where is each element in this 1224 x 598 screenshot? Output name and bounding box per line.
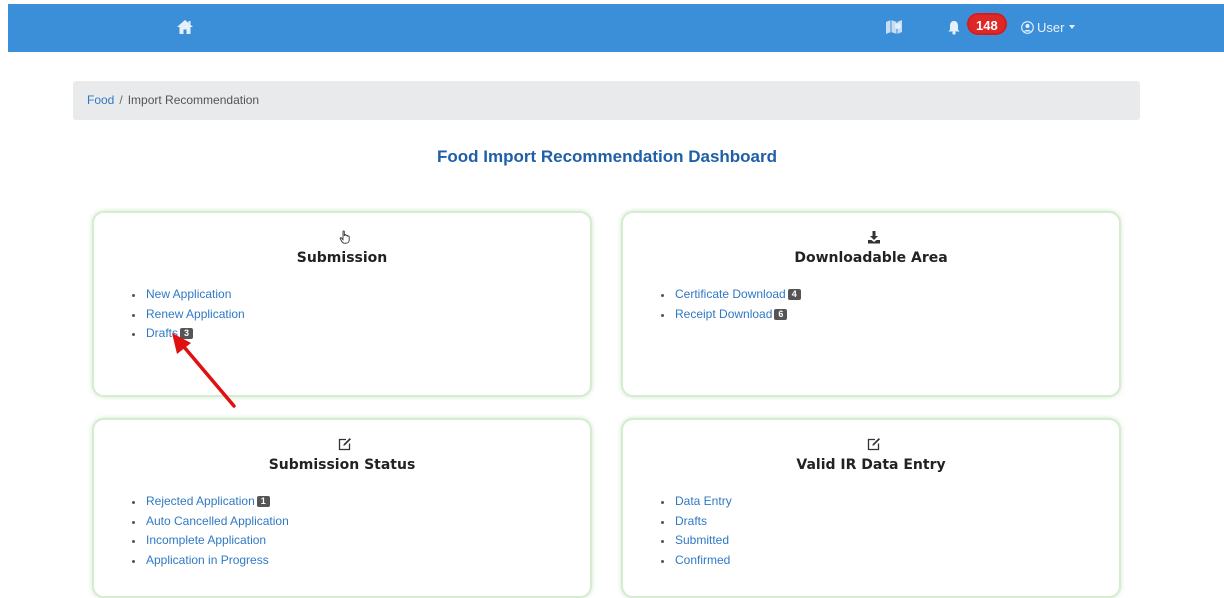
list-item: Drafts 3 (132, 324, 245, 344)
submitted-link[interactable]: Submitted (675, 533, 729, 547)
user-menu-dropdown[interactable]: User (1021, 18, 1076, 36)
certificate-count-badge: 4 (787, 289, 801, 301)
card-title: Valid IR Data Entry (796, 457, 946, 473)
list-item: Rejected Application 1 (132, 492, 289, 512)
breadcrumb: Food / Import Recommendation (73, 81, 1140, 120)
home-icon[interactable] (176, 18, 194, 36)
pointer-hand-icon (339, 230, 350, 244)
user-label: User (1037, 19, 1065, 35)
list-item: Certificate Download 4 (661, 285, 801, 305)
download-link-list: Certificate Download 4 Receipt Download 6 (661, 285, 801, 324)
list-item: Incomplete Application (132, 531, 289, 551)
breadcrumb-separator: / (119, 93, 123, 107)
top-navbar: 148 User (8, 4, 1224, 52)
list-item: Drafts (661, 512, 732, 532)
certificate-download-link[interactable]: Certificate Download (675, 287, 786, 301)
list-item: Submitted (661, 531, 732, 551)
submission-card: Submission New Application Renew Applica… (92, 211, 592, 397)
list-item: Receipt Download 6 (661, 305, 801, 325)
submission-status-card: Submission Status Rejected Application 1 … (92, 418, 592, 598)
valid-ir-data-entry-card: Valid IR Data Entry Data Entry Drafts Su… (621, 418, 1121, 598)
breadcrumb-link-food[interactable]: Food (87, 93, 114, 107)
user-circle-icon (1021, 20, 1034, 34)
renew-application-link[interactable]: Renew Application (146, 307, 245, 321)
notification-count-badge[interactable]: 148 (967, 13, 1007, 35)
list-item: Auto Cancelled Application (132, 512, 289, 532)
list-item: Confirmed (661, 551, 732, 571)
breadcrumb-current: Import Recommendation (127, 93, 260, 107)
status-link-list: Rejected Application 1 Auto Cancelled App… (132, 492, 289, 570)
list-item: Renew Application (132, 305, 245, 325)
data-entry-link-list: Data Entry Drafts Submitted Confirmed (661, 492, 732, 570)
list-item: Application in Progress (132, 551, 289, 571)
data-entry-link[interactable]: Data Entry (675, 494, 732, 508)
edit-icon (338, 438, 351, 451)
application-in-progress-link[interactable]: Application in Progress (146, 553, 269, 567)
submission-link-list: New Application Renew Application Drafts… (132, 285, 245, 344)
downloadable-area-card: Downloadable Area Certificate Download 4 … (621, 211, 1121, 397)
drafts-count-badge: 3 (180, 328, 194, 340)
bell-icon[interactable] (947, 20, 961, 35)
new-application-link[interactable]: New Application (146, 287, 231, 301)
incomplete-application-link[interactable]: Incomplete Application (146, 533, 266, 547)
card-title: Downloadable Area (794, 250, 948, 266)
caret-down-icon (1069, 25, 1076, 29)
receipt-count-badge: 6 (774, 308, 788, 320)
receipt-download-link[interactable]: Receipt Download (675, 307, 772, 321)
download-icon (868, 231, 880, 244)
map-icon[interactable] (885, 18, 903, 36)
list-item: Data Entry (661, 492, 732, 512)
confirmed-link[interactable]: Confirmed (675, 553, 730, 567)
page-title: Food Import Recommendation Dashboard (436, 147, 778, 166)
auto-cancelled-application-link[interactable]: Auto Cancelled Application (146, 514, 289, 528)
drafts-link[interactable]: Drafts (146, 326, 178, 340)
rejected-count-badge: 1 (256, 496, 270, 508)
ir-drafts-link[interactable]: Drafts (675, 514, 707, 528)
card-title: Submission Status (268, 457, 416, 473)
list-item: New Application (132, 285, 245, 305)
card-title: Submission (296, 250, 388, 266)
rejected-application-link[interactable]: Rejected Application (146, 494, 255, 508)
edit-icon (867, 438, 880, 451)
